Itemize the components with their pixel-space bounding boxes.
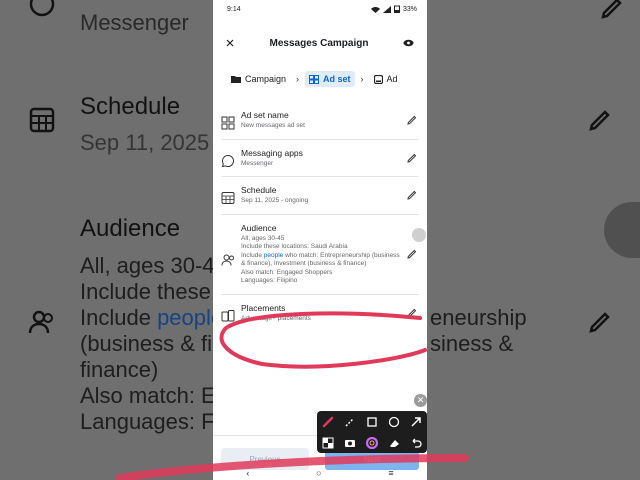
- wifi-icon: [370, 6, 380, 13]
- battery-level: 33%: [402, 5, 417, 13]
- breadcrumb-ad[interactable]: Ad: [370, 71, 402, 87]
- item-subtitle: Messenger: [241, 159, 274, 167]
- audience-age: All, ages 30-45: [241, 234, 285, 242]
- highlighter-tool-button[interactable]: [342, 414, 358, 430]
- back-icon[interactable]: ‹: [246, 468, 249, 478]
- calendar-icon: [221, 192, 235, 204]
- eraser-tool-button[interactable]: [386, 435, 402, 451]
- breadcrumb: Campaign › Ad set › Ad: [213, 68, 427, 90]
- close-icon: [226, 39, 234, 47]
- list-item-audience[interactable]: Audience All, ages 30-45 Include these l…: [221, 215, 419, 295]
- list-item-ad-set-name[interactable]: Ad set name New messages ad set: [221, 102, 419, 140]
- list-item-placements[interactable]: Placements Advantage+ placements: [221, 295, 419, 332]
- signal-icon: [382, 5, 391, 13]
- status-bar: 9:14 33%: [213, 0, 427, 18]
- battery-icon: [393, 5, 400, 13]
- item-subtitle: New messages ad set: [241, 122, 305, 129]
- chevron-right-icon: ›: [296, 74, 300, 84]
- arrow-tool-button[interactable]: [408, 414, 424, 430]
- folder-icon: [231, 76, 241, 83]
- phone-screen: 9:14 33% Messages Campaign Campaign › Ad…: [213, 0, 427, 480]
- item-title: Placements: [241, 302, 286, 313]
- devices-icon: [221, 309, 235, 321]
- audience-languages: Languages: Filipino: [241, 277, 298, 284]
- system-nav-bar: ‹ ○ ≡: [213, 466, 427, 480]
- undo-button[interactable]: [408, 435, 424, 451]
- close-button[interactable]: [223, 36, 237, 50]
- ad-set-settings-list: Ad set name New messages ad set Messagin…: [213, 102, 427, 331]
- item-title: Ad set name: [241, 110, 289, 120]
- ad-icon: [373, 74, 383, 84]
- checkerboard-icon: [322, 437, 334, 448]
- circle-tool-button[interactable]: [386, 414, 402, 430]
- eye-icon: [403, 39, 413, 47]
- people-link[interactable]: people: [264, 252, 284, 259]
- highlighter-icon: [345, 417, 354, 427]
- square-icon: [367, 416, 377, 427]
- camera-icon: [345, 439, 355, 447]
- item-title: Messaging apps: [241, 147, 303, 158]
- breadcrumb-campaign[interactable]: Campaign: [227, 71, 290, 87]
- chevron-right-icon: ›: [360, 74, 364, 84]
- pencil-icon[interactable]: [407, 308, 417, 318]
- mosaic-tool-button[interactable]: [320, 435, 336, 451]
- audience-locations: Include these locations: Saudi Arabia: [241, 243, 348, 250]
- audience-also-match: Also match: Engaged Shoppers: [241, 268, 333, 276]
- circle-icon: [388, 416, 400, 427]
- rectangle-tool-button[interactable]: [364, 414, 380, 430]
- breadcrumb-ad-set[interactable]: Ad set: [305, 71, 355, 87]
- grid-icon: [221, 116, 235, 130]
- pencil-icon[interactable]: [407, 115, 417, 125]
- status-time: 9:14: [227, 5, 241, 13]
- pencil-icon[interactable]: [407, 153, 417, 163]
- color-wheel-icon: [366, 436, 378, 449]
- drawing-toolbar: [317, 411, 427, 453]
- list-item-schedule[interactable]: Schedule Sep 11, 2025 - ongoing: [221, 177, 419, 215]
- pencil-icon[interactable]: [407, 190, 417, 200]
- page-title: Messages Campaign: [269, 37, 369, 49]
- top-bar: Messages Campaign: [213, 18, 427, 68]
- home-icon[interactable]: ○: [316, 468, 321, 478]
- item-subtitle: Sep 11, 2025 - ongoing: [241, 197, 309, 204]
- scroll-handle[interactable]: [412, 228, 426, 242]
- item-title: Schedule: [241, 185, 277, 195]
- pencil-icon[interactable]: [407, 249, 417, 259]
- pen-tool-button[interactable]: [320, 414, 336, 430]
- pen-icon: [322, 416, 334, 427]
- screenshot-button[interactable]: [342, 435, 358, 451]
- eraser-icon: [390, 439, 399, 447]
- item-subtitle: Advantage+ placements: [241, 314, 311, 322]
- people-icon: [221, 254, 234, 266]
- audience-interests: Include people who match: Entrepreneursh…: [241, 251, 400, 268]
- list-item-messaging-apps[interactable]: Messaging apps Messenger: [221, 140, 419, 177]
- arrow-icon: [411, 416, 421, 427]
- color-picker-button[interactable]: [364, 435, 380, 451]
- chat-bubble-icon: [221, 154, 234, 167]
- item-title: Audience: [241, 222, 277, 233]
- recents-icon[interactable]: ≡: [388, 468, 393, 478]
- undo-icon: [412, 438, 422, 448]
- toolbar-close-button[interactable]: ✕: [414, 394, 427, 407]
- preview-button[interactable]: [401, 36, 415, 50]
- grid-icon: [309, 74, 320, 84]
